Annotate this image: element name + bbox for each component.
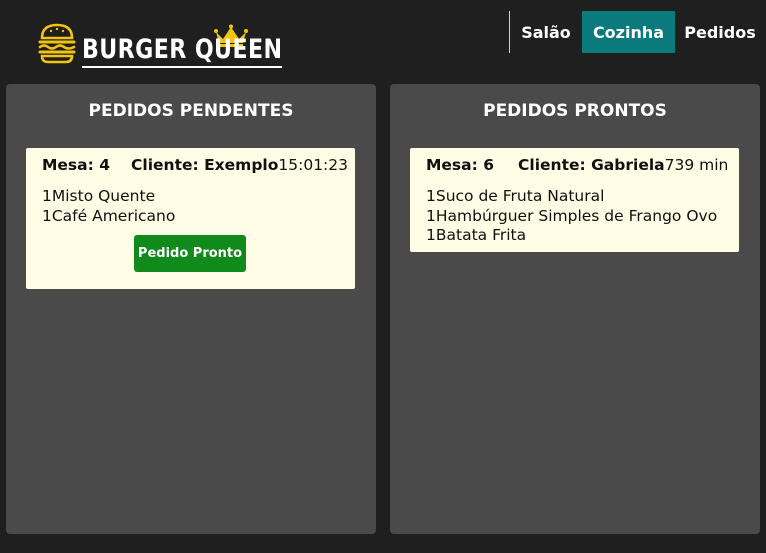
tab-pedidos[interactable]: Pedidos <box>675 11 765 53</box>
app-header: BURGER QUEEN Salão Cozinha Pedidos <box>0 0 766 84</box>
order-card-header: Mesa: 6 Cliente: Gabriela 739 min <box>426 156 728 174</box>
order-items: 1Suco de Fruta Natural 1Hambúrguer Simpl… <box>426 187 717 246</box>
order-card: Mesa: 6 Cliente: Gabriela 739 min 1Suco … <box>410 148 739 252</box>
order-ready-button[interactable]: Pedido Pronto <box>134 235 246 272</box>
order-item: 1Batata Frita <box>426 226 527 244</box>
tab-cozinha[interactable]: Cozinha <box>582 11 675 53</box>
order-client: Cliente: Exemplo <box>131 156 279 174</box>
order-time: 15:01:23 <box>278 156 349 174</box>
ready-orders-title: PEDIDOS PRONTOS <box>483 101 667 121</box>
order-table: Mesa: 4 <box>42 156 111 174</box>
main-nav: Salão Cozinha Pedidos <box>509 11 765 53</box>
order-items: 1Misto Quente 1Café Americano <box>42 187 175 226</box>
order-client: Cliente: Gabriela <box>518 156 665 174</box>
order-table: Mesa: 6 <box>426 156 495 174</box>
tab-salao[interactable]: Salão <box>509 11 582 53</box>
order-elapsed-time: 739 min <box>664 156 729 174</box>
order-card-header: Mesa: 4 Cliente: Exemplo 15:01:23 <box>42 156 348 174</box>
burger-icon <box>38 23 76 64</box>
pending-orders-panel: PEDIDOS PENDENTES Mesa: 4 Cliente: Exemp… <box>6 84 376 534</box>
ready-orders-panel: PEDIDOS PRONTOS Mesa: 6 Cliente: Gabriel… <box>390 84 760 534</box>
logo-text: BURGER QUEEN <box>82 35 283 68</box>
pending-orders-title: PEDIDOS PENDENTES <box>88 101 294 121</box>
logo[interactable]: BURGER QUEEN <box>38 12 326 68</box>
order-item: 1Misto Quente <box>42 187 156 205</box>
order-item: 1Café Americano <box>42 206 176 225</box>
order-card: Mesa: 4 Cliente: Exemplo 15:01:23 1Misto… <box>26 148 355 289</box>
order-item: 1Suco de Fruta Natural <box>426 187 605 205</box>
order-item: 1Hambúrguer Simples de Frango Ovo <box>426 206 718 225</box>
